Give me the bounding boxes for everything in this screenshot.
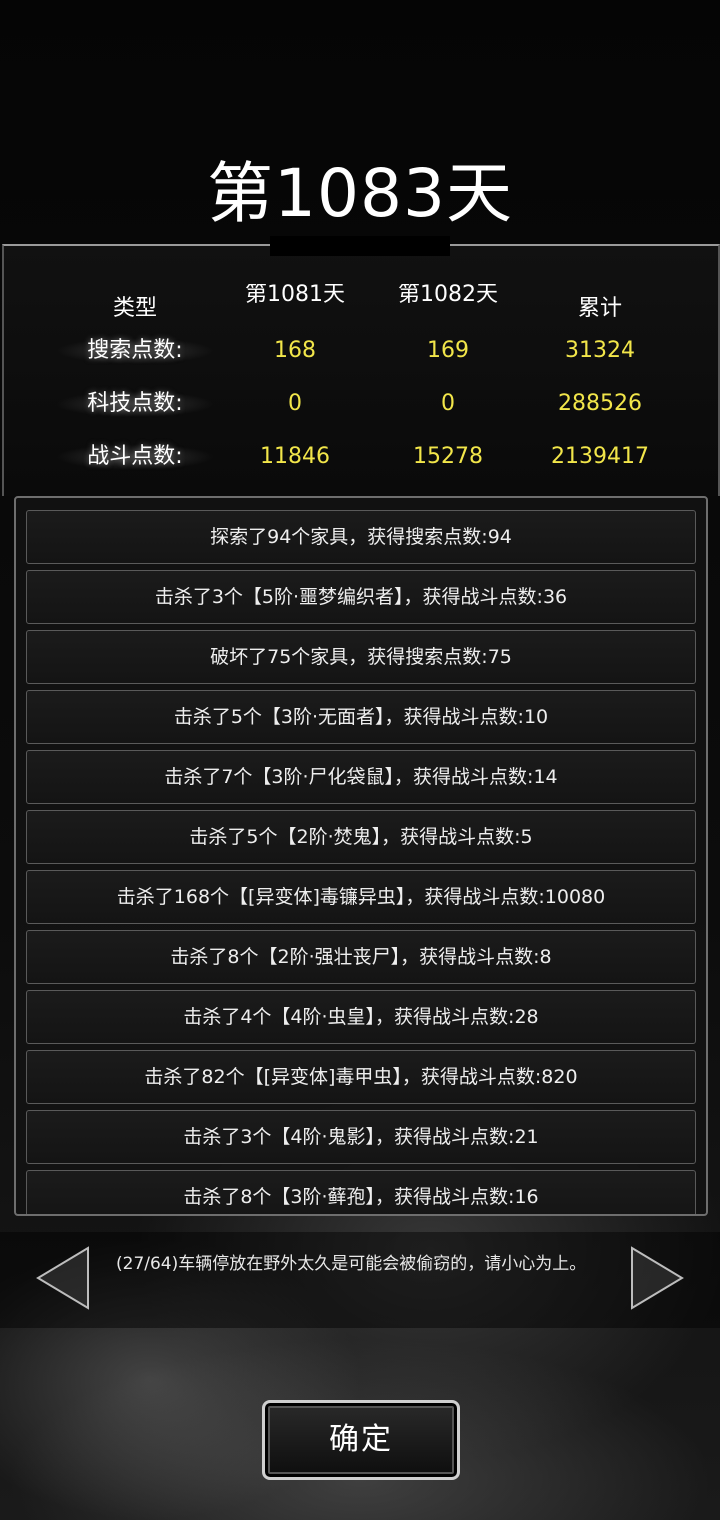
header-type: 类型	[112, 296, 157, 321]
log-entry: 击杀了5个【3阶·无面者】，获得战斗点数:10	[26, 690, 696, 744]
log-entry: 探索了94个家具，获得搜索点数:94	[26, 510, 696, 564]
value-search-1082: 169	[427, 338, 469, 363]
header-day-1082: 第1082天	[398, 284, 498, 307]
value-tech-1082: 0	[441, 391, 455, 416]
value-tech-total: 288526	[558, 391, 642, 416]
value-search-total: 31324	[565, 338, 635, 363]
triangle-right-icon[interactable]	[626, 1244, 686, 1312]
stats-row-search: 搜索点数: 168 169 31324	[0, 338, 720, 388]
value-tech-1081: 0	[288, 391, 302, 416]
row-label-tech: 科技点数:	[56, 391, 214, 417]
log-entry: 击杀了3个【4阶·鬼影】，获得战斗点数:21	[26, 1110, 696, 1164]
tip-text: (27/64)车辆停放在野外太久是可能会被偷窃的，请小心为上。	[116, 1254, 587, 1274]
log-entry: 击杀了82个【[异变体]毒甲虫】，获得战斗点数:820	[26, 1050, 696, 1104]
value-combat-total: 2139417	[551, 444, 649, 469]
day-title: 第1083天	[207, 155, 513, 232]
value-combat-1082: 15278	[413, 444, 483, 469]
frame-notch	[270, 236, 450, 256]
value-combat-1081: 11846	[260, 444, 330, 469]
stats-row-tech: 科技点数: 0 0 288526	[0, 391, 720, 441]
header-day-1081: 第1081天	[245, 284, 345, 307]
log-entry: 击杀了3个【5阶·噩梦编织者】，获得战斗点数:36	[26, 570, 696, 624]
battle-log-panel[interactable]: 探索了94个家具，获得搜索点数:94 击杀了3个【5阶·噩梦编织者】，获得战斗点…	[14, 496, 708, 1216]
log-entry: 击杀了168个【[异变体]毒镰异虫】，获得战斗点数:10080	[26, 870, 696, 924]
log-entry: 破坏了75个家具，获得搜索点数:75	[26, 630, 696, 684]
log-entry: 击杀了7个【3阶·尸化袋鼠】，获得战斗点数:14	[26, 750, 696, 804]
triangle-left-icon[interactable]	[34, 1244, 94, 1312]
log-entry: 击杀了5个【2阶·焚鬼】，获得战斗点数:5	[26, 810, 696, 864]
header-total: 累计	[577, 296, 622, 321]
confirm-button[interactable]: 确定	[262, 1400, 460, 1480]
value-search-1081: 168	[274, 338, 316, 363]
tip-bar	[0, 1232, 720, 1328]
row-label-combat: 战斗点数:	[56, 444, 214, 470]
stats-header-row: 类型 第1081天 第1082天 累计	[0, 284, 720, 334]
log-entry: 击杀了8个【3阶·藓孢】，获得战斗点数:16	[26, 1170, 696, 1214]
log-entry: 击杀了8个【2阶·强壮丧尸】，获得战斗点数:8	[26, 930, 696, 984]
row-label-search: 搜索点数:	[56, 338, 214, 364]
stats-row-combat: 战斗点数: 11846 15278 2139417	[0, 444, 720, 494]
log-entry: 击杀了4个【4阶·虫皇】，获得战斗点数:28	[26, 990, 696, 1044]
